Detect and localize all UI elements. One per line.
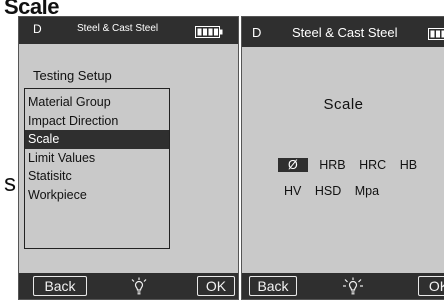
menu-item-workpiece[interactable]: Workpiece xyxy=(25,186,169,205)
probe-mode: D xyxy=(252,25,261,40)
side-letter: s xyxy=(4,170,16,198)
soft-key-bar: Back OK xyxy=(19,273,238,299)
material-title: Steel & Cast Steel xyxy=(77,23,158,34)
setup-menu: Material Group Impact Direction Scale Li… xyxy=(25,93,169,204)
light-bulb-icon[interactable] xyxy=(129,277,149,300)
soft-key-bar: Back OK xyxy=(242,273,444,299)
back-button[interactable]: Back xyxy=(33,276,87,296)
battery-icon xyxy=(195,25,223,43)
probe-mode: D xyxy=(33,22,42,36)
scale-option-mpa[interactable]: Mpa xyxy=(355,184,379,198)
ok-button[interactable]: OK xyxy=(197,276,235,296)
menu-item-impact-direction[interactable]: Impact Direction xyxy=(25,112,169,131)
back-button[interactable]: Back xyxy=(249,276,297,296)
scale-option-hrb[interactable]: HRB xyxy=(319,158,345,172)
ok-button[interactable]: OK xyxy=(418,276,444,296)
scale-option-hsd[interactable]: HSD xyxy=(315,184,341,198)
status-bar: D Steel & Cast Steel xyxy=(242,17,444,47)
scale-option-hb[interactable]: HB xyxy=(400,158,417,172)
scale-option-hv[interactable]: HV xyxy=(284,184,301,198)
menu-item-statistic[interactable]: Statisitc xyxy=(25,167,169,186)
scale-screen: D Steel & Cast Steel Scale Ø HRB HRC HB … xyxy=(241,16,444,300)
menu-item-scale[interactable]: Scale xyxy=(25,130,169,149)
scale-screen-title: Scale xyxy=(242,96,444,113)
scale-options-row-2: HV HSD Mpa xyxy=(284,184,389,198)
status-bar: D Steel & Cast Steel xyxy=(19,17,238,44)
scale-option-none[interactable]: Ø xyxy=(278,158,308,172)
battery-icon xyxy=(428,27,444,45)
scale-options-row-1: Ø HRB HRC HB xyxy=(278,158,427,172)
menu-item-limit-values[interactable]: Limit Values xyxy=(25,149,169,168)
material-title: Steel & Cast Steel xyxy=(292,25,398,40)
scale-option-hrc[interactable]: HRC xyxy=(359,158,386,172)
testing-setup-screen: D Steel & Cast Steel Testing Setup Mater… xyxy=(18,16,239,300)
menu-item-material-group[interactable]: Material Group xyxy=(25,93,169,112)
light-bulb-icon[interactable] xyxy=(342,277,364,300)
testing-setup-title: Testing Setup xyxy=(33,68,112,83)
